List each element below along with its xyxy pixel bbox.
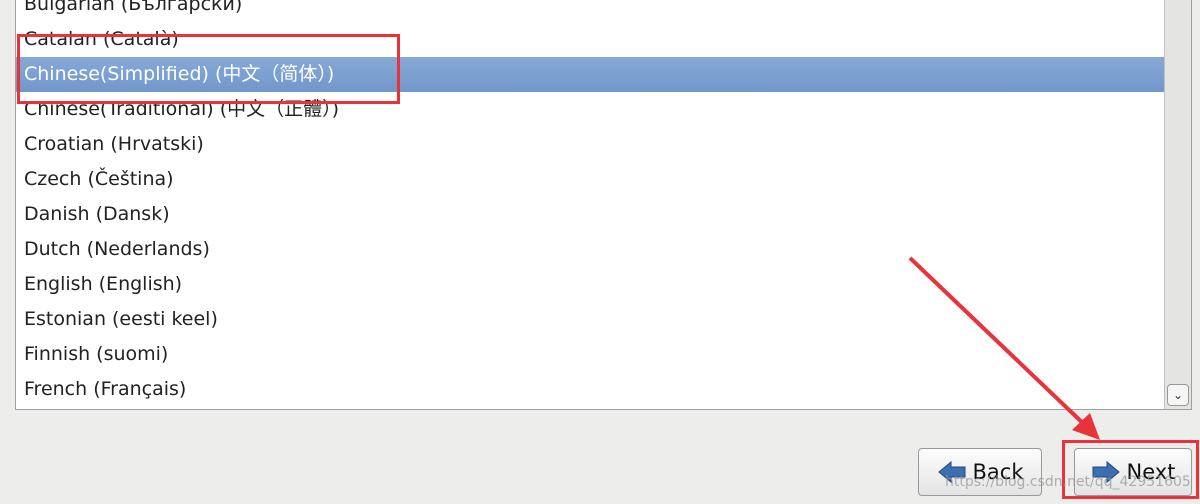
watermark: https://blog.csdn.net/qq_42951605 bbox=[945, 474, 1191, 490]
annotation-arrow-icon bbox=[908, 256, 1100, 440]
